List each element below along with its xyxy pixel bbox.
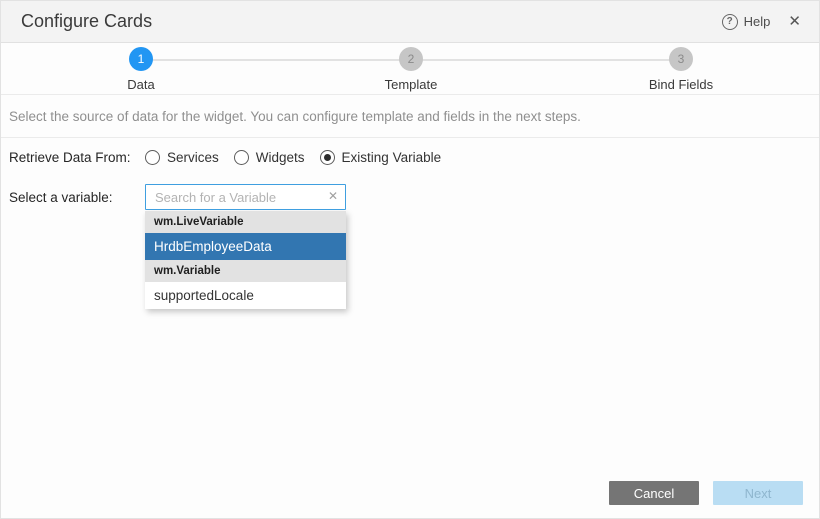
step-2-label: Template [351,77,471,92]
dialog-header: Configure Cards ? Help ✕ [1,1,819,43]
step-data[interactable]: 1 Data [81,47,201,92]
form-content: Retrieve Data From: Services Widgets Exi… [1,138,819,309]
radio-services[interactable]: Services [145,150,219,165]
radio-existing-variable-circle [320,150,335,165]
step-2-circle: 2 [399,47,423,71]
dialog-footer: Cancel Next [609,481,803,505]
radio-services-circle [145,150,160,165]
step-3-circle: 3 [669,47,693,71]
step-3-label: Bind Fields [621,77,741,92]
dropdown-group-live-variable: wm.LiveVariable [145,211,346,233]
variable-combobox: ✕ wm.LiveVariable HrdbEmployeeData wm.Va… [145,184,346,309]
radio-existing-variable-label: Existing Variable [342,150,442,165]
select-variable-label: Select a variable: [9,184,145,205]
variable-search-input[interactable] [145,184,346,210]
dropdown-item-hrdb-employee-data[interactable]: HrdbEmployeeData [145,233,346,260]
configure-cards-dialog: Configure Cards ? Help ✕ 1 Data 2 Templa… [0,0,820,519]
variable-search-wrap: ✕ [145,184,346,210]
clear-search-icon[interactable]: ✕ [328,190,338,202]
dropdown-item-supported-locale[interactable]: supportedLocale [145,282,346,309]
data-source-radio-group: Services Widgets Existing Variable [145,150,456,165]
radio-widgets-label: Widgets [256,150,305,165]
step-description: Select the source of data for the widget… [1,95,819,138]
retrieve-data-label: Retrieve Data From: [9,150,145,165]
cancel-button[interactable]: Cancel [609,481,699,505]
radio-widgets-circle [234,150,249,165]
next-button[interactable]: Next [713,481,803,505]
step-template[interactable]: 2 Template [351,47,471,92]
step-1-label: Data [81,77,201,92]
close-icon[interactable]: ✕ [788,14,801,29]
retrieve-data-row: Retrieve Data From: Services Widgets Exi… [9,150,811,165]
help-icon: ? [722,14,738,30]
select-variable-row: Select a variable: ✕ wm.LiveVariable Hrd… [9,184,811,309]
page-title: Configure Cards [21,11,722,32]
radio-widgets[interactable]: Widgets [234,150,305,165]
dropdown-group-variable: wm.Variable [145,260,346,282]
variable-dropdown: wm.LiveVariable HrdbEmployeeData wm.Vari… [145,211,346,309]
radio-existing-variable[interactable]: Existing Variable [320,150,442,165]
step-bind-fields[interactable]: 3 Bind Fields [621,47,741,92]
help-button[interactable]: ? Help [722,14,771,30]
wizard-steps: 1 Data 2 Template 3 Bind Fields [1,43,819,95]
step-1-circle: 1 [129,47,153,71]
radio-services-label: Services [167,150,219,165]
help-label: Help [744,14,771,29]
header-actions: ? Help ✕ [722,14,801,30]
